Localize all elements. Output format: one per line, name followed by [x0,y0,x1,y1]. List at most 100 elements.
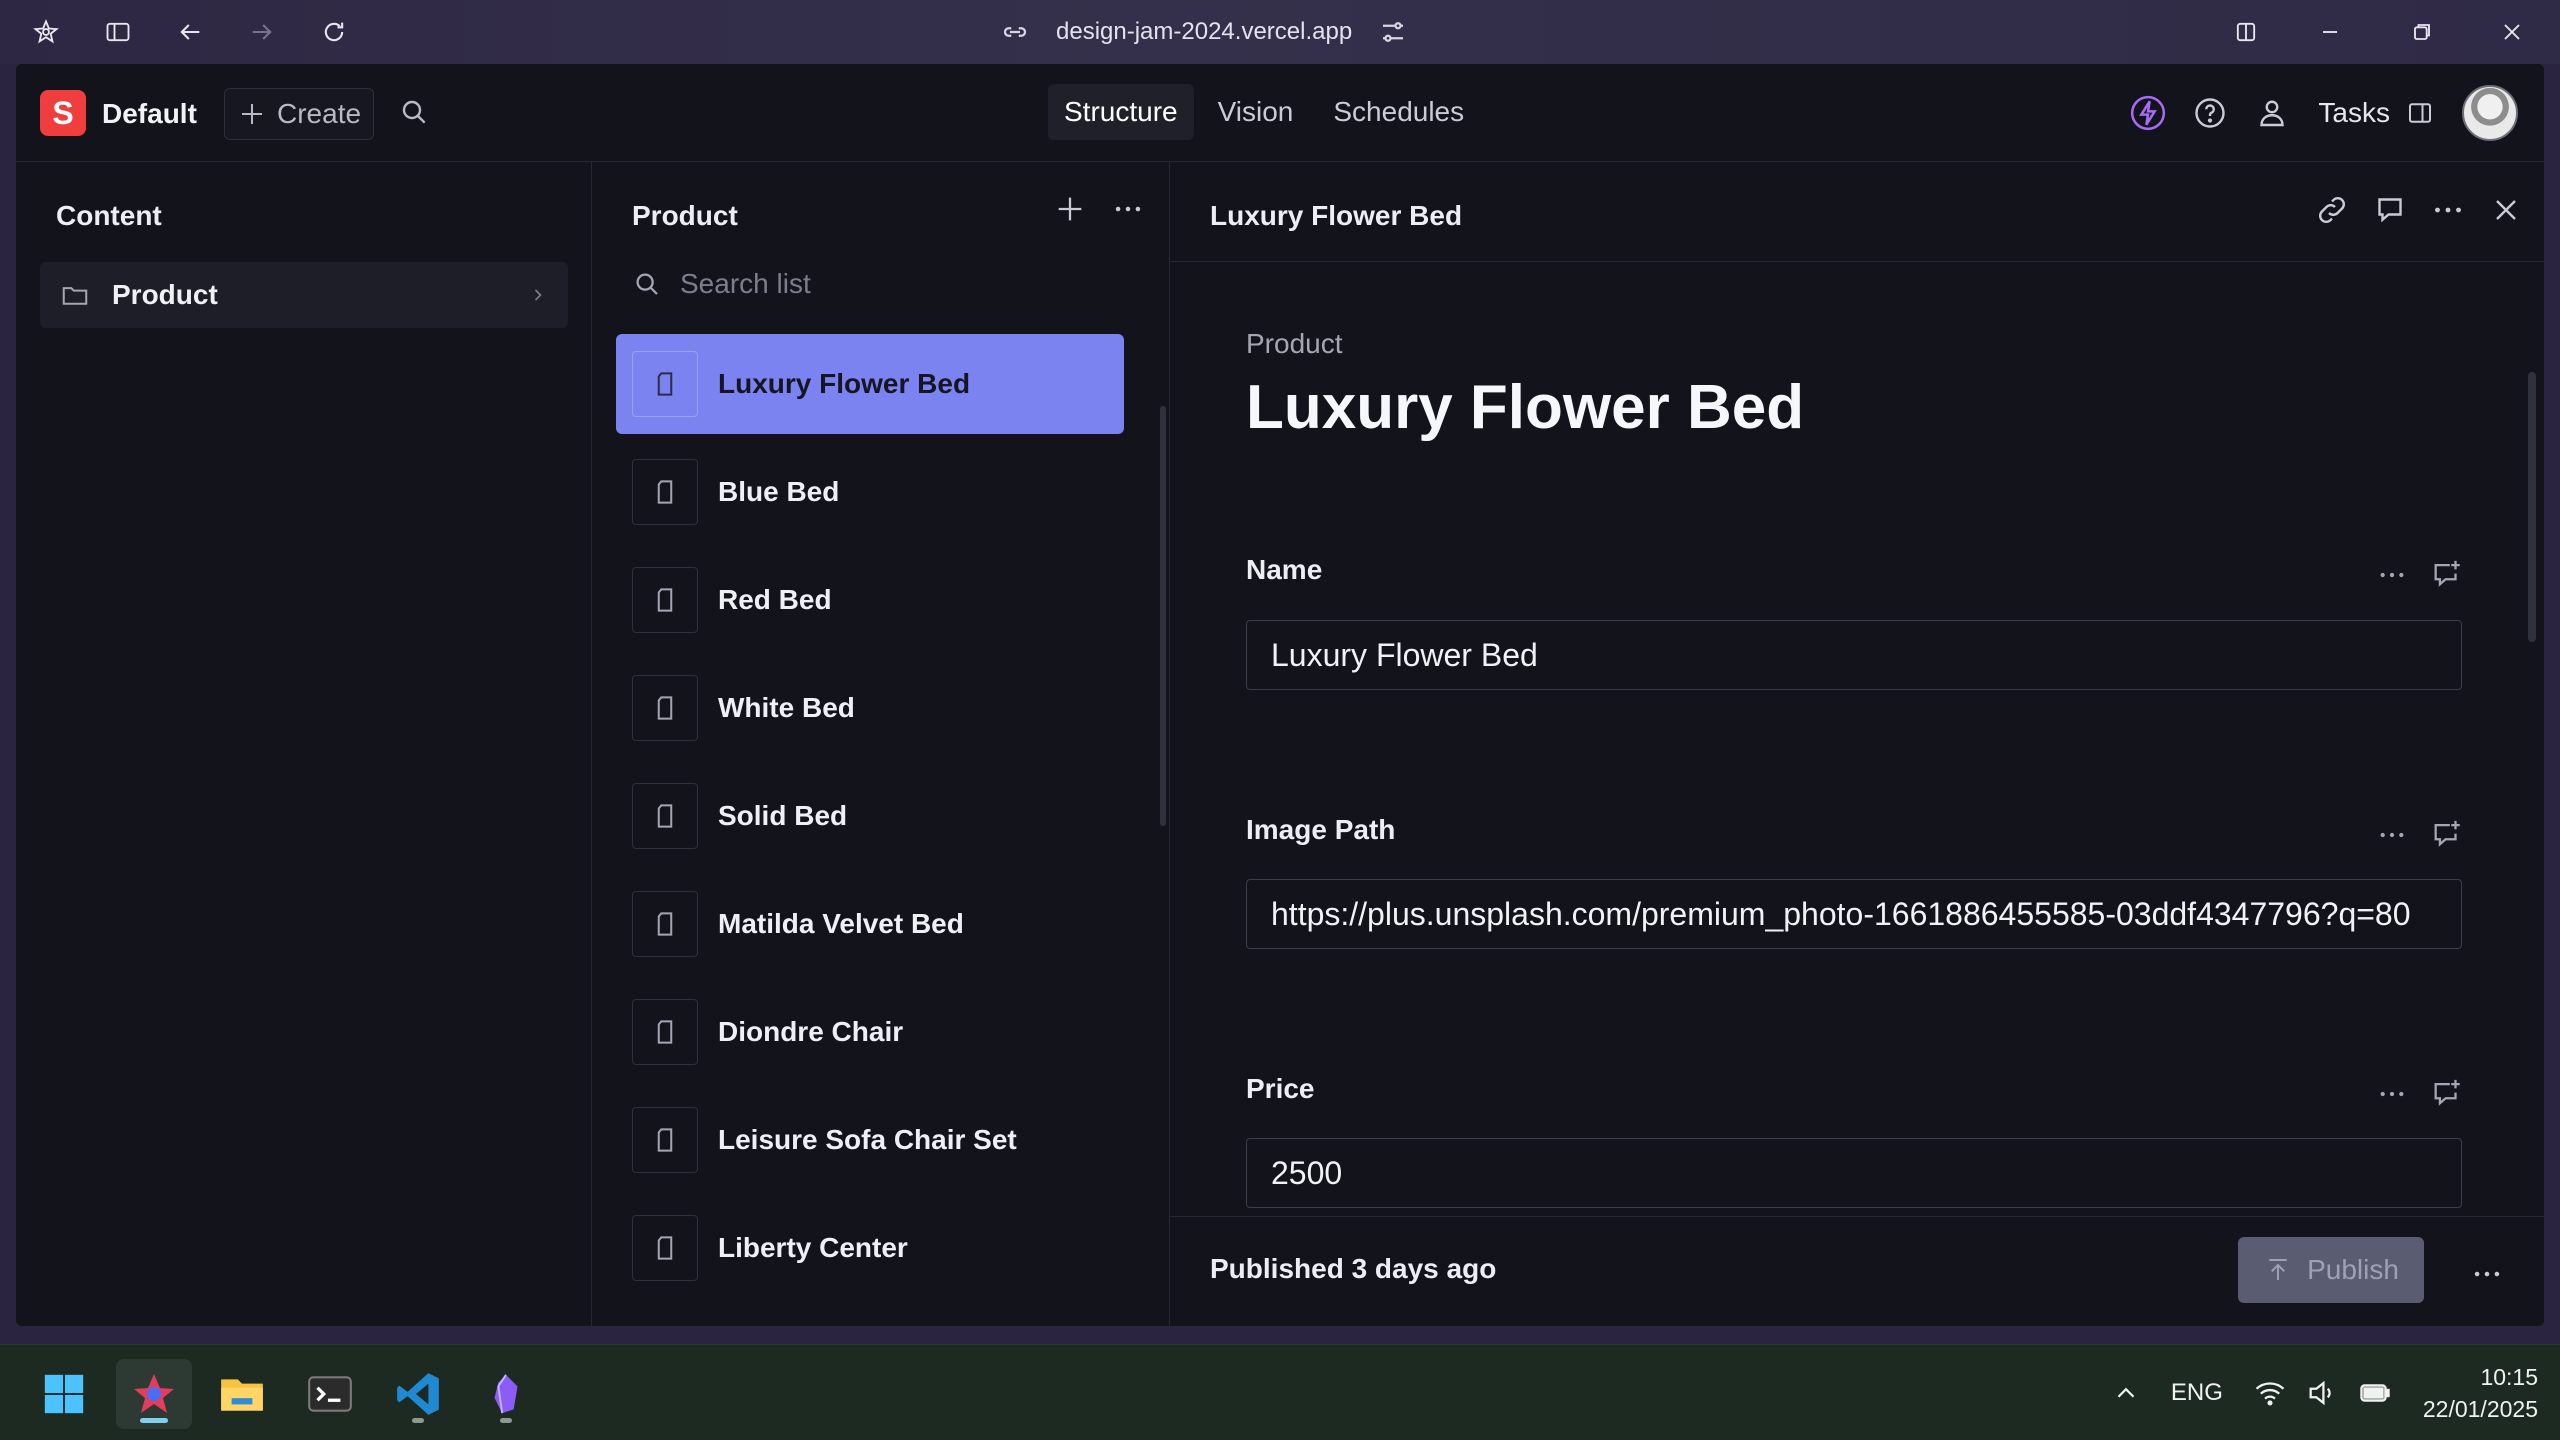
list-item[interactable]: Blue Bed [616,442,1124,542]
list-item-label: Leisure Sofa Chair Set [718,1124,1017,1155]
field-more-icon[interactable] [2376,1078,2408,1110]
nav-tabs: Structure Vision Schedules [1048,84,1480,140]
document-icon [632,1215,698,1281]
vscode-icon[interactable] [380,1359,456,1429]
sidebar-toggle-icon[interactable] [100,14,136,50]
list-scrollbar[interactable] [1160,406,1166,826]
comment-icon[interactable] [2372,192,2408,228]
chevron-up-icon[interactable] [2111,1378,2141,1408]
forward-arrow-icon[interactable] [244,14,280,50]
app-header: S Default Create Structure Vision Schedu… [16,64,2544,162]
document-scrollbar[interactable] [2528,372,2536,642]
studio-logo[interactable]: S [40,90,86,136]
document-icon [632,783,698,849]
windows-start-icon[interactable] [26,1359,102,1429]
add-comment-icon[interactable] [2430,818,2464,852]
close-icon[interactable] [2488,192,2524,228]
browser-app-icon[interactable] [116,1359,192,1429]
more-options-icon[interactable] [1111,192,1145,226]
link-icon[interactable] [2314,192,2350,228]
list-item[interactable]: Liberty Center [616,1198,1124,1298]
clock[interactable]: 10:15 22/01/2025 [2423,1361,2538,1425]
list-item[interactable]: Leisure Sofa Chair Set [616,1090,1124,1190]
document-header: Luxury Flower Bed [1170,162,2544,262]
tasks-button[interactable]: Tasks [2318,97,2390,129]
list-item-label: Blue Bed [718,476,840,507]
back-arrow-icon[interactable] [172,14,208,50]
document-title: Luxury Flower Bed [1246,373,1805,442]
more-actions-icon[interactable] [2470,1257,2504,1291]
browser-title-bar: design-jam-2024.vercel.app [0,0,2560,64]
studio-app: S Default Create Structure Vision Schedu… [16,64,2544,1326]
document-icon [632,567,698,633]
list-search[interactable]: Search list [632,268,811,300]
document-icon [632,1107,698,1173]
field-label-price: Price [1246,1073,1315,1104]
search-input[interactable]: Search list [680,268,811,300]
list-actions [1053,192,1145,226]
help-icon[interactable] [2190,93,2230,133]
tray-status-icons[interactable] [2253,1375,2393,1411]
tab-schedules[interactable]: Schedules [1317,84,1480,140]
language-indicator[interactable]: ENG [2171,1379,2223,1407]
running-indicator [412,1418,424,1423]
restore-icon[interactable] [2404,14,2440,50]
site-settings-icon[interactable] [1378,17,1408,47]
users-icon[interactable] [2252,93,2292,133]
create-button[interactable]: Create [224,88,374,140]
list-item[interactable]: Red Bed [616,550,1124,650]
list-item[interactable]: Solid Bed [616,766,1124,866]
list-item[interactable]: White Bed [616,658,1124,758]
document-header-actions [2314,192,2524,228]
close-window-icon[interactable] [2494,14,2530,50]
link-icon [1003,27,1027,37]
address-bar[interactable]: design-jam-2024.vercel.app [1000,12,1408,52]
clock-time: 10:15 [2480,1364,2538,1390]
list-item[interactable]: Luxury Flower Bed [616,334,1124,434]
avatar[interactable] [2462,85,2518,141]
taskbar: ENG 10:15 22/01/2025 [0,1344,2560,1440]
obsidian-icon[interactable] [468,1359,544,1429]
document-icon [632,351,698,417]
publish-icon [2269,1259,2287,1280]
search-icon[interactable] [398,96,434,132]
name-field[interactable]: Luxury Flower Bed [1246,620,2462,690]
add-comment-icon[interactable] [2430,1077,2464,1111]
field-more-icon[interactable] [2376,819,2408,851]
more-options-icon[interactable] [2430,192,2466,228]
list-item-label: Liberty Center [718,1232,908,1263]
chevron-right-icon [534,289,542,301]
image-path-field[interactable]: https://plus.unsplash.com/premium_photo-… [1246,879,2462,949]
split-view-icon[interactable] [2228,14,2264,50]
add-document-icon[interactable] [1053,192,1087,226]
tab-structure[interactable]: Structure [1048,84,1194,140]
publish-button[interactable]: Publish [2238,1237,2424,1303]
add-comment-icon[interactable] [2430,558,2464,592]
workspace-name[interactable]: Default [102,98,197,130]
document-icon [632,675,698,741]
list-item-label: Red Bed [718,584,832,615]
browser-logo-icon[interactable] [28,14,64,50]
list-item[interactable]: Matilda Velvet Bed [616,874,1124,974]
list-item-label: Luxury Flower Bed [718,368,971,399]
panel-toggle-icon[interactable] [2400,93,2440,133]
list-item[interactable]: Diondre Chair [616,982,1124,1082]
field-more-icon[interactable] [2376,559,2408,591]
file-explorer-icon[interactable] [204,1359,280,1429]
tab-vision[interactable]: Vision [1202,84,1310,140]
reload-icon[interactable] [316,14,352,50]
price-field[interactable]: 2500 [1246,1138,2462,1208]
search-icon [636,273,658,295]
document-type-label: Product [1246,328,1343,359]
wifi-icon [2255,1382,2285,1406]
content-pane-title: Content [56,200,162,231]
active-indicator [140,1418,168,1423]
url-text: design-jam-2024.vercel.app [1056,18,1353,45]
list-pane-title: Product [632,200,738,231]
terminal-icon[interactable] [292,1359,368,1429]
content-item-product[interactable]: Product [40,262,568,328]
field-actions-price [2376,1077,2464,1111]
minimize-icon[interactable] [2312,14,2348,50]
lightning-icon[interactable] [2128,93,2168,133]
document-icon [632,459,698,525]
